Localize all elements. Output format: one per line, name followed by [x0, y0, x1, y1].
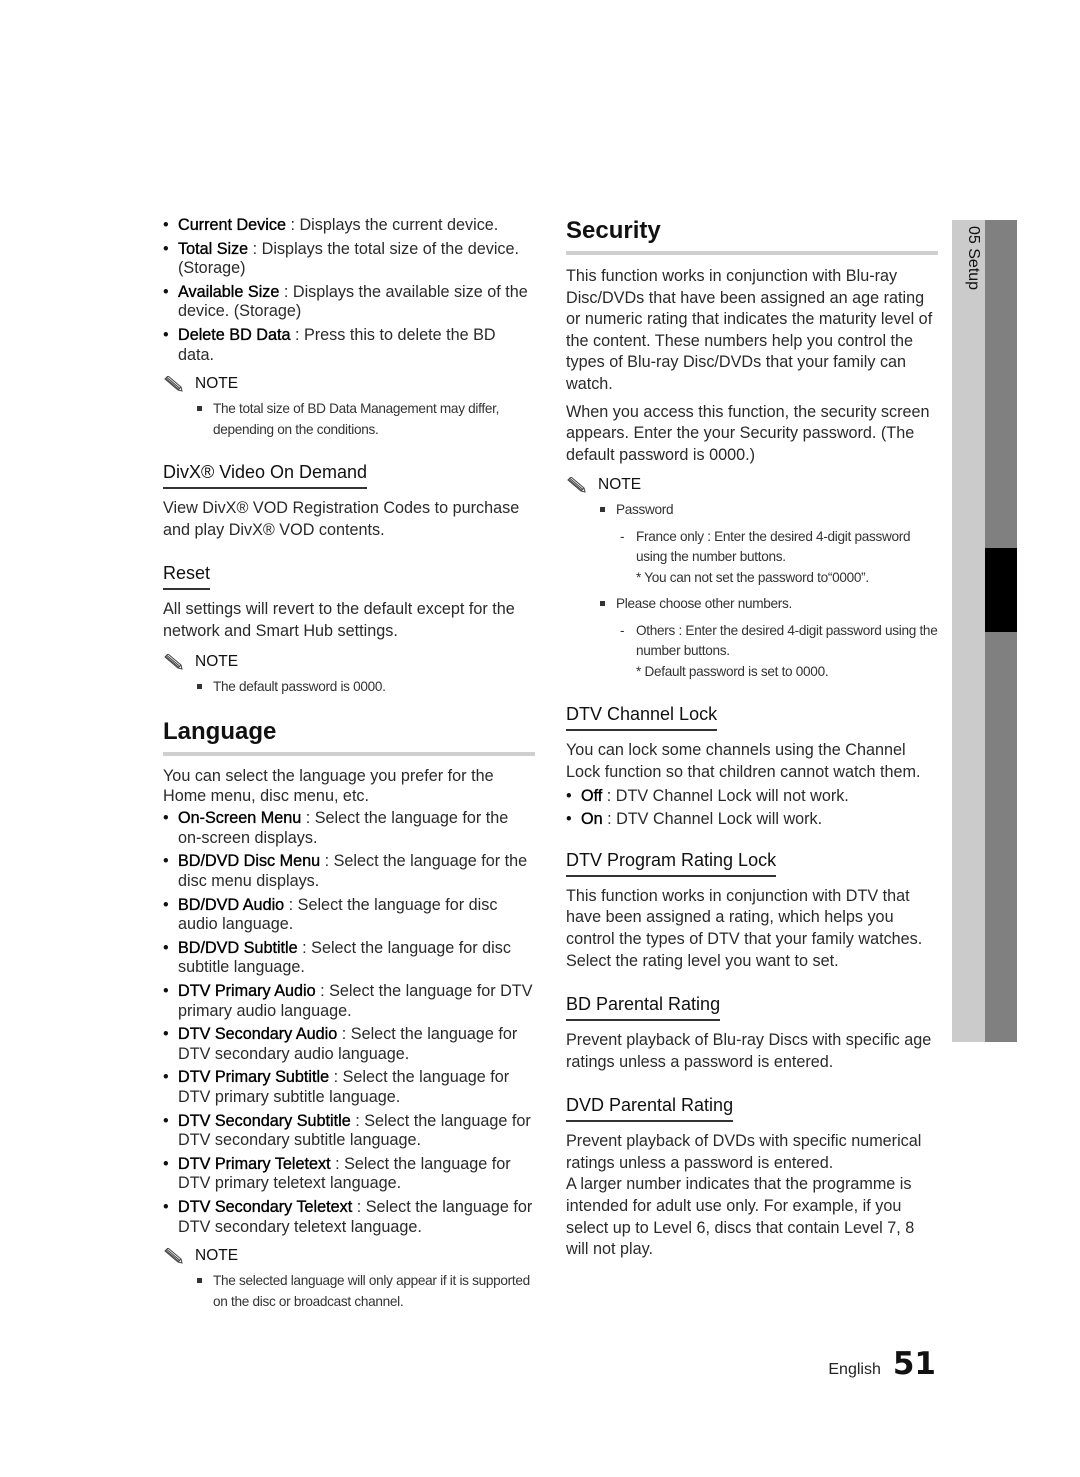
- list-item: Off : DTV Channel Lock will not work.: [566, 786, 938, 807]
- chapter-tab-label: 05 Setup: [965, 226, 982, 291]
- page-footer: English 51: [828, 1346, 936, 1382]
- section-title-security: Security: [566, 217, 661, 244]
- list-item: BD/DVD Disc Menu : Select the language f…: [163, 852, 535, 891]
- language-options-list: On-Screen Menu : Select the language for…: [163, 809, 535, 1237]
- dash: -: [620, 622, 625, 638]
- note-footnote: * You can not set the password to“0000”.: [636, 569, 869, 585]
- dvd-parental-rating-heading: DVD Parental Rating: [566, 1093, 734, 1123]
- list-item: DTV Secondary Subtitle : Select the lang…: [163, 1111, 535, 1151]
- list-item: DTV Primary Subtitle : Select the langua…: [163, 1068, 535, 1107]
- note-footnote: * Default password is set to 0000.: [636, 663, 829, 679]
- pencil-note-icon: [164, 653, 183, 670]
- note-item-password: Password: [566, 500, 938, 521]
- section-divider: [566, 251, 938, 255]
- list-item: Total Size : Displays the total size of …: [163, 239, 535, 279]
- note-item: The default password is 0000.: [163, 677, 535, 698]
- note-item: The total size of BD Data Management may…: [163, 399, 535, 440]
- language-intro: You can select the language you prefer f…: [163, 767, 494, 805]
- security-para-1: This function works in conjunction with …: [566, 267, 933, 393]
- divx-text: View DivX® VOD Registration Codes to pur…: [163, 499, 520, 539]
- list-item: Available Size : Displays the available …: [163, 283, 535, 322]
- dtv-channel-lock-text: You can lock some channels using the Cha…: [566, 741, 921, 781]
- reset-heading: Reset: [163, 561, 211, 591]
- list-item: BD/DVD Subtitle : Select the language fo…: [163, 939, 535, 978]
- note-subitem: - France only : Enter the desired 4-digit…: [620, 528, 911, 565]
- chapter-tab-active-marker: [985, 548, 1017, 632]
- right-column: Security This function works in conjunct…: [566, 216, 938, 1261]
- list-item: On-Screen Menu : Select the language for…: [163, 809, 535, 848]
- dtv-channel-lock-heading: DTV Channel Lock: [566, 702, 718, 732]
- dash: -: [620, 528, 625, 544]
- dtv-program-rating-lock-heading: DTV Program Rating Lock: [566, 848, 777, 877]
- bd-parental-rating-heading: BD Parental Rating: [566, 992, 721, 1022]
- reset-text: All settings will revert to the default …: [163, 600, 515, 640]
- note-heading: NOTE: [163, 375, 535, 393]
- list-item: Current Device : Displays the current de…: [163, 216, 535, 236]
- left-column: Current Device : Displays the current de…: [163, 216, 535, 1312]
- list-item: BD/DVD Audio : Select the language for d…: [163, 895, 535, 935]
- list-item: On : DTV Channel Lock will work.: [566, 810, 938, 830]
- note-heading: NOTE: [163, 653, 535, 671]
- section-title-language: Language: [163, 718, 277, 746]
- list-item: Delete BD Data : Press this to delete th…: [163, 326, 535, 365]
- note-subitem: - Others : Enter the desired 4-digit pass…: [620, 622, 938, 659]
- note-item: The selected language will only appear i…: [163, 1271, 535, 1312]
- list-item: DTV Primary Teletext : Select the langua…: [163, 1155, 535, 1194]
- pencil-note-icon: [164, 376, 183, 392]
- dtv-program-rating-lock-text: This function works in conjunction with …: [566, 886, 923, 970]
- security-para-2: When you access this function, the secur…: [566, 402, 930, 464]
- storage-info-list: Current Device : Displays the current de…: [163, 216, 535, 365]
- list-item: DTV Secondary Teletext : Select the lang…: [163, 1198, 535, 1237]
- page-number: 51: [892, 1346, 936, 1382]
- list-item: DTV Primary Audio : Select the language …: [163, 982, 535, 1021]
- list-item: DTV Secondary Audio : Select the languag…: [163, 1025, 535, 1064]
- dvd-parental-rating-text-1: Prevent playback of DVDs with specific n…: [566, 1132, 922, 1172]
- note-item: Please choose other numbers.: [566, 594, 938, 615]
- pencil-note-icon: [164, 1248, 183, 1264]
- note-heading: NOTE: [566, 476, 938, 494]
- pencil-note-icon: [567, 477, 586, 494]
- dvd-parental-rating-text-2: A larger number indicates that the progr…: [566, 1175, 915, 1259]
- note-heading: NOTE: [163, 1247, 535, 1265]
- divx-heading: DivX® Video On Demand: [163, 460, 368, 490]
- section-divider: [163, 752, 535, 757]
- bd-parental-rating-text: Prevent playback of Blu-ray Discs with s…: [566, 1031, 932, 1071]
- footer-language: English: [828, 1361, 881, 1378]
